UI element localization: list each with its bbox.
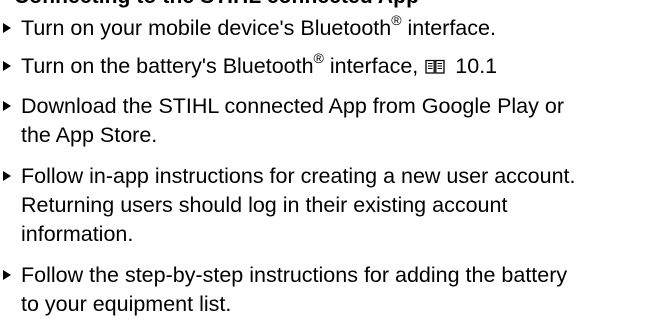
list-item-text-line: Download the STIHL connected App from Go… (21, 94, 564, 118)
bullet-triangle-icon (3, 101, 11, 111)
list-item-text-line: the App Store. (21, 123, 158, 147)
item-text-before: Turn on your mobile device's Bluetooth (21, 16, 392, 40)
list-item-text-line: information. (21, 222, 134, 246)
bullet-triangle-icon (3, 23, 11, 33)
list-item-text-line: Follow in-app instructions for creating … (21, 164, 576, 188)
bullet-triangle-icon (3, 61, 11, 71)
section-heading: Connecting to the STIHL connected App (14, 0, 419, 9)
item-text-after: interface. (401, 16, 496, 40)
list-item-text-line: to your equipment list. (21, 292, 232, 316)
item-text-before: Turn on the battery's Bluetooth (21, 54, 314, 78)
list-item-text: Turn on the battery's Bluetooth® interfa… (21, 51, 661, 81)
list-item-text-line: Follow the step-by-step instructions for… (21, 263, 568, 287)
registered-mark: ® (313, 49, 324, 66)
book-reference-icon (425, 59, 445, 74)
list-item-text-line: Returning users should log in their exis… (21, 193, 508, 217)
bullet-triangle-icon (3, 270, 11, 280)
item-text-after: interface, (323, 54, 419, 78)
registered-mark: ® (391, 11, 402, 28)
bullet-triangle-icon (3, 171, 11, 181)
section-reference-link[interactable]: 10.1 (455, 54, 497, 78)
section-heading-clip: Connecting to the STIHL connected App (0, 0, 666, 11)
list-item-text: Turn on your mobile device's Bluetooth® … (21, 13, 661, 43)
